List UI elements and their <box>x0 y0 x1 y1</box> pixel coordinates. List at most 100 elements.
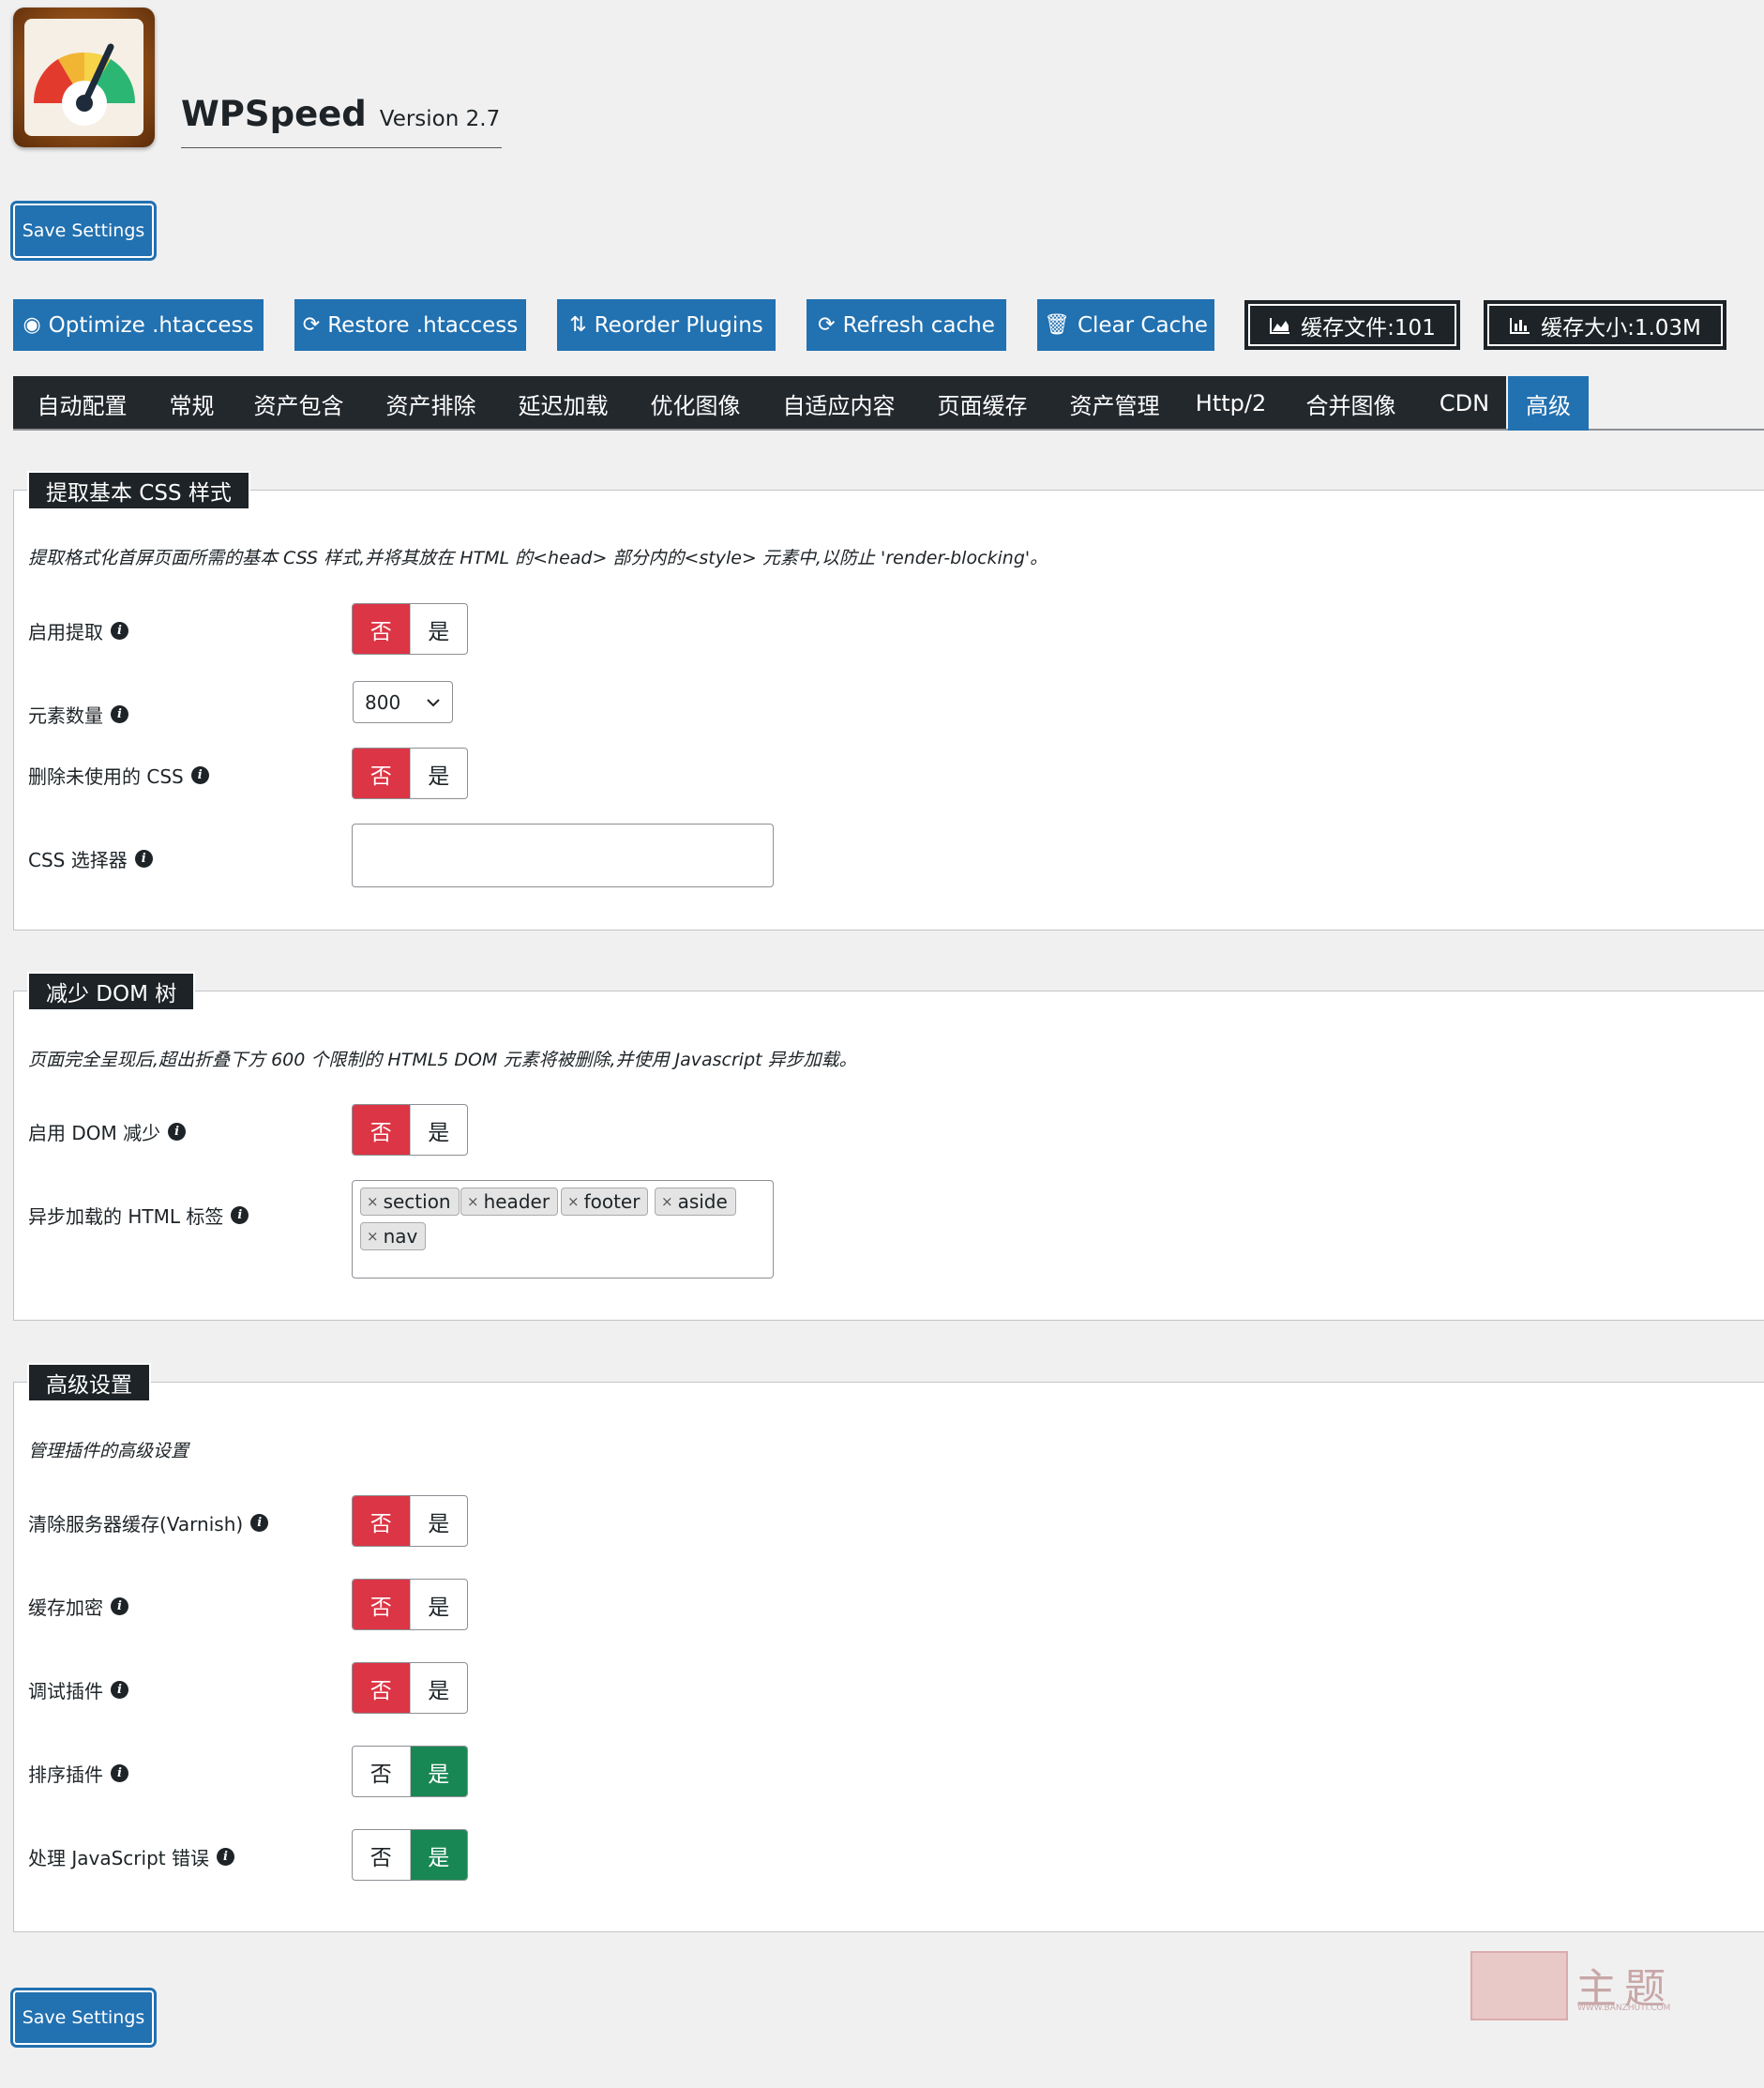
tab-optimize-images[interactable]: 优化图像 <box>629 376 761 431</box>
watermark-logo: 主题 WWW.BANZHUTI.COM <box>1470 1951 1686 2020</box>
css-selector-input[interactable] <box>352 824 774 887</box>
advanced-settings-legend: 高级设置 <box>27 1363 151 1402</box>
info-icon[interactable]: i <box>111 1681 128 1699</box>
cache-size-label: 缓存大小:1.03M <box>1541 315 1701 340</box>
element-count-select[interactable]: 800 <box>353 681 453 723</box>
tab-auto-config[interactable]: 自动配置 <box>13 376 151 431</box>
tab-page-cache[interactable]: 页面缓存 <box>916 376 1048 431</box>
purge-varnish-text: 清除服务器缓存(Varnish) <box>28 1513 244 1536</box>
tab-advanced[interactable]: 高级 <box>1508 376 1589 431</box>
toggle-yes-option[interactable]: 是 <box>409 1747 467 1796</box>
remove-tag-icon[interactable]: × <box>567 1193 580 1210</box>
info-icon[interactable]: i <box>231 1206 249 1224</box>
toggle-yes-option[interactable]: 是 <box>409 604 468 654</box>
toggle-no-option[interactable]: 否 <box>353 749 410 798</box>
enable-extraction-label: 启用提取 i <box>28 617 128 644</box>
toggle-yes-option[interactable]: 是 <box>409 1663 468 1713</box>
remove-unused-css-label: 删除未使用的 CSS i <box>28 762 209 789</box>
enable-dom-reduction-label: 启用 DOM 减少 i <box>28 1118 187 1145</box>
info-icon[interactable]: i <box>168 1123 187 1141</box>
toggle-yes-option[interactable]: 是 <box>409 749 468 798</box>
refresh-cache-button[interactable]: ⟳ Refresh cache <box>807 299 1006 351</box>
info-icon[interactable]: i <box>216 1848 234 1866</box>
toggle-no-option[interactable]: 否 <box>353 604 410 654</box>
element-count-text: 元素数量 <box>28 704 103 727</box>
tag-chip-label: footer <box>583 1190 641 1213</box>
js-errors-toggle: 否 是 <box>352 1829 468 1881</box>
remove-unused-css-toggle: 否 是 <box>352 748 468 799</box>
html-tags-text: 异步加载的 HTML 标签 <box>28 1205 224 1228</box>
js-errors-text: 处理 JavaScript 错误 <box>28 1847 209 1869</box>
purge-varnish-label: 清除服务器缓存(Varnish) i <box>28 1509 269 1536</box>
critical-css-description: 提取格式化首屏页面所需的基本 CSS 样式,并将其放在 HTML 的<head>… <box>28 548 1048 568</box>
info-icon[interactable]: i <box>190 766 209 784</box>
toggle-no-option[interactable]: 否 <box>353 1663 410 1713</box>
restore-htaccess-label: Restore .htaccess <box>327 312 519 338</box>
refresh-cache-label: Refresh cache <box>842 312 995 338</box>
advanced-settings-description: 管理插件的高级设置 <box>28 1441 189 1461</box>
debug-plugin-text: 调试插件 <box>28 1680 103 1702</box>
tag-chip: × section <box>360 1188 460 1216</box>
save-settings-button[interactable]: Save Settings <box>10 1988 157 2048</box>
info-icon[interactable]: i <box>111 1764 128 1782</box>
tab-merge-images[interactable]: 合并图像 <box>1281 376 1421 431</box>
dom-reduction-panel <box>13 991 1764 1321</box>
toggle-yes-option[interactable]: 是 <box>409 1830 467 1880</box>
cache-encryption-label: 缓存加密 i <box>28 1593 128 1620</box>
remove-tag-icon[interactable]: × <box>661 1193 673 1210</box>
enable-dom-reduction-text: 启用 DOM 减少 <box>28 1122 161 1144</box>
tab-asset-manager[interactable]: 资产管理 <box>1048 376 1181 431</box>
tag-chip: × header <box>460 1188 559 1216</box>
tab-adaptive-content[interactable]: 自适应内容 <box>761 376 916 431</box>
advanced-settings-panel <box>13 1382 1764 1932</box>
css-selector-text: CSS 选择器 <box>28 849 128 871</box>
sort-icon: ⇅ <box>569 312 587 337</box>
trash-icon: 🗑 <box>1044 312 1070 337</box>
save-settings-button[interactable]: Save Settings <box>10 201 157 261</box>
toggle-no-option[interactable]: 否 <box>353 1830 410 1880</box>
js-errors-label: 处理 JavaScript 错误 i <box>28 1843 234 1870</box>
tag-chip-label: header <box>483 1190 550 1213</box>
reorder-plugins-button[interactable]: ⇅ Reorder Plugins <box>557 299 776 351</box>
clear-cache-button[interactable]: 🗑 Clear Cache <box>1037 299 1214 351</box>
tab-asset-include[interactable]: 资产包含 <box>233 376 365 431</box>
tab-asset-exclude[interactable]: 资产排除 <box>365 376 497 431</box>
toggle-yes-option[interactable]: 是 <box>409 1580 468 1629</box>
tab-http2[interactable]: Http/2 <box>1181 376 1281 431</box>
cache-files-badge: 缓存文件:101 <box>1244 300 1460 350</box>
cache-encryption-toggle: 否 是 <box>352 1579 468 1630</box>
info-icon[interactable]: i <box>111 705 128 723</box>
info-icon[interactable]: i <box>111 1597 128 1615</box>
critical-css-legend: 提取基本 CSS 样式 <box>27 471 250 510</box>
remove-tag-icon[interactable]: × <box>467 1193 479 1210</box>
bar-chart-icon <box>1510 317 1530 334</box>
order-plugin-label: 排序插件 i <box>28 1760 128 1787</box>
toggle-yes-option[interactable]: 是 <box>409 1105 468 1155</box>
tag-chip: × aside <box>655 1188 736 1216</box>
gauge-icon: ◉ <box>23 312 41 337</box>
tab-general[interactable]: 常规 <box>151 376 233 431</box>
toggle-no-option[interactable]: 否 <box>353 1105 410 1155</box>
tag-chip-label: nav <box>383 1225 418 1248</box>
remove-tag-icon[interactable]: × <box>367 1193 379 1210</box>
tag-chip-label: aside <box>677 1190 728 1213</box>
tag-chip: × nav <box>360 1222 427 1250</box>
info-icon[interactable]: i <box>134 850 153 868</box>
dom-reduction-description: 页面完全呈现后,超出折叠下方 600 个限制的 HTML5 DOM 元素将被删除… <box>28 1050 857 1070</box>
app-name: WPSpeed <box>181 94 367 134</box>
tab-cdn[interactable]: CDN <box>1421 376 1508 431</box>
toggle-yes-option[interactable]: 是 <box>409 1496 468 1546</box>
remove-tag-icon[interactable]: × <box>367 1228 379 1245</box>
info-icon[interactable]: i <box>111 622 128 640</box>
toggle-no-option[interactable]: 否 <box>353 1580 410 1629</box>
optimize-htaccess-button[interactable]: ◉ Optimize .htaccess <box>13 299 264 351</box>
cache-size-badge: 缓存大小:1.03M <box>1484 300 1726 350</box>
toggle-no-option[interactable]: 否 <box>353 1747 410 1796</box>
toggle-no-option[interactable]: 否 <box>353 1496 410 1546</box>
refresh-icon: ⟳ <box>818 312 836 337</box>
remove-unused-css-text: 删除未使用的 CSS <box>28 765 184 788</box>
enable-dom-reduction-toggle: 否 是 <box>352 1104 468 1156</box>
tab-lazy-load[interactable]: 延迟加载 <box>497 376 629 431</box>
info-icon[interactable]: i <box>250 1514 269 1532</box>
restore-htaccess-button[interactable]: ⟳ Restore .htaccess <box>294 299 526 351</box>
